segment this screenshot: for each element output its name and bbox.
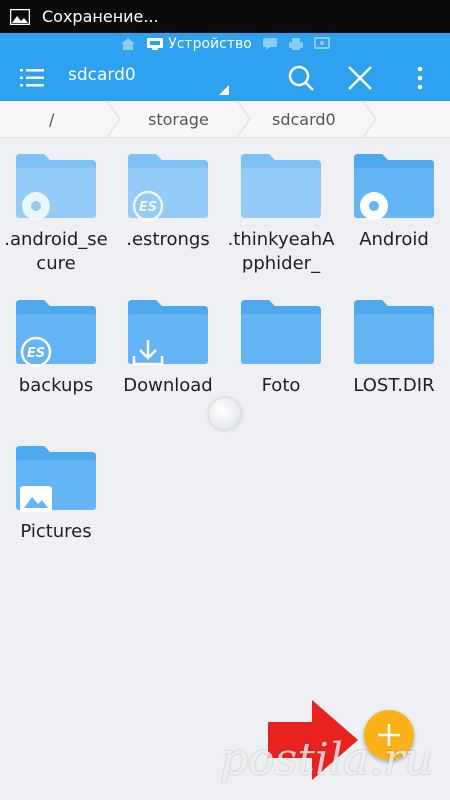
folder-icon [241, 300, 321, 364]
search-icon[interactable] [286, 63, 316, 93]
chat-icon[interactable] [262, 37, 278, 51]
folder-icon [354, 300, 434, 364]
image-icon [10, 8, 30, 25]
tab-device[interactable]: Устройство [146, 36, 252, 52]
download-icon [132, 340, 164, 366]
breadcrumb-sdcard0[interactable]: sdcard0 [272, 110, 336, 129]
menu-icon[interactable] [18, 65, 46, 91]
chevron-right-icon [362, 101, 377, 137]
loading-spinner [209, 398, 241, 430]
device-icon [147, 38, 164, 50]
folder-name: backups [18, 375, 94, 396]
home-icon[interactable] [120, 37, 136, 51]
folder-item[interactable]: Foto [225, 286, 337, 426]
folder-item[interactable]: .thinkyeahApphider_ [225, 140, 337, 280]
close-icon[interactable] [346, 64, 374, 92]
gear-icon [360, 192, 388, 220]
breadcrumb-storage[interactable]: storage [148, 110, 209, 129]
breadcrumb: / storage sdcard0 [0, 101, 450, 138]
folder-icon [241, 154, 321, 218]
chevron-right-icon [236, 101, 251, 137]
breadcrumb-root[interactable]: / [49, 110, 54, 129]
folder-item[interactable]: ES backups [0, 286, 112, 426]
watermark-logo: postila.ru [220, 734, 433, 785]
toolbar: sdcard0 [0, 55, 450, 101]
folder-item[interactable]: Android [338, 140, 450, 280]
es-logo-icon: ES [20, 336, 52, 368]
tab-device-label: Устройство [168, 36, 252, 52]
folder-name: Android [359, 229, 429, 250]
folder-name: .estrongs [126, 229, 210, 250]
window-tab-strip: Устройство [0, 33, 450, 55]
folder-item[interactable]: Pictures [0, 432, 112, 572]
folder-item[interactable]: LOST.DIR [338, 286, 450, 426]
folder-name: LOST.DIR [353, 375, 435, 396]
folder-name: Download [123, 375, 213, 396]
folder-item[interactable]: Download [112, 286, 224, 426]
svg-text:ES: ES [139, 200, 157, 215]
folder-name: .thinkyeahApphider_ [227, 229, 335, 274]
folder-name: .android_secure [4, 229, 108, 274]
folder-name: Foto [261, 375, 301, 396]
folder-item[interactable]: .android_secure [0, 140, 112, 280]
dropdown-triangle-icon[interactable] [219, 85, 229, 95]
chevron-right-icon [106, 101, 121, 137]
folder-item[interactable]: ES .estrongs [112, 140, 224, 280]
status-notification: Сохранение... [42, 7, 159, 26]
svg-text:ES: ES [27, 346, 45, 361]
more-vert-icon[interactable] [410, 64, 430, 92]
status-bar: Сохранение... [0, 0, 450, 33]
app-bar: Устройство sdcard0 [0, 33, 450, 101]
es-logo-icon: ES [132, 190, 164, 222]
printer-icon[interactable] [288, 37, 304, 51]
folder-name: Pictures [20, 521, 92, 542]
picture-icon [20, 486, 52, 512]
location-title[interactable]: sdcard0 [68, 65, 136, 85]
gear-icon [22, 192, 50, 220]
cast-icon[interactable] [313, 37, 330, 51]
